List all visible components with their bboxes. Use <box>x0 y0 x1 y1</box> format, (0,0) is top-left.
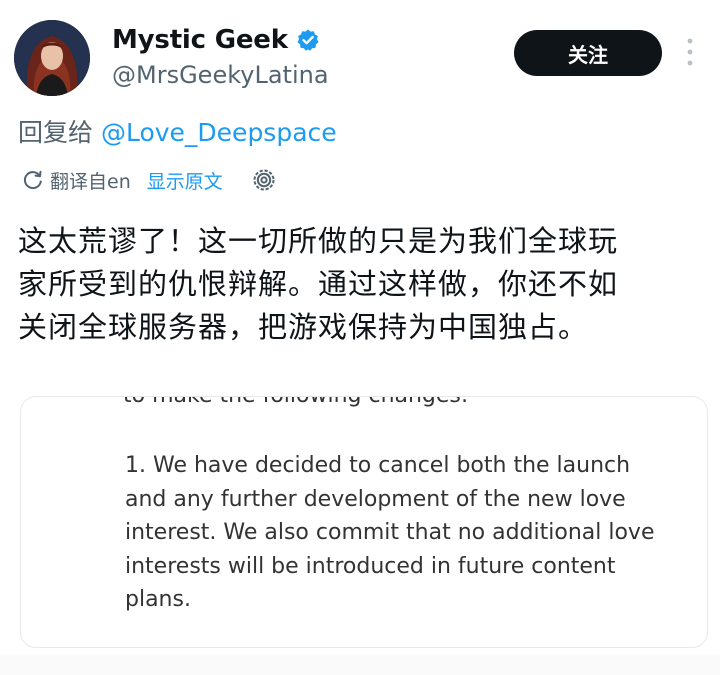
reply-prefix: 回复给 <box>18 118 94 147</box>
tweet-text: 这太荒谬了！这一切所做的只是为我们全球玩 家所受到的仇恨辩解。通过这样做，你还不… <box>18 220 708 349</box>
translation-bar: 翻译自en 显示原文 <box>22 164 277 196</box>
image-text-line: interests will be introduced in future c… <box>125 553 616 579</box>
attached-image[interactable]: to make the following changes: 1. We hav… <box>20 396 708 648</box>
author-name-row[interactable]: Mystic Geek <box>112 24 320 56</box>
follow-button[interactable]: 关注 <box>514 30 662 76</box>
image-text-line: interest. We also commit that no additio… <box>125 520 655 545</box>
reply-mention-link[interactable]: @Love_Deepspace <box>101 118 337 147</box>
image-cut-text: to make the following changes: <box>123 397 468 409</box>
avatar[interactable] <box>14 20 90 96</box>
show-original-link[interactable]: 显示原文 <box>147 167 223 194</box>
translate-icon <box>23 170 42 190</box>
image-text-line: plans. <box>125 587 191 612</box>
translated-from-label: 翻译自en <box>50 170 131 193</box>
bottom-edge <box>0 655 720 675</box>
more-vertical-icon[interactable] <box>682 34 698 70</box>
tweet-text-line: 这太荒谬了！这一切所做的只是为我们全球玩 <box>18 224 619 258</box>
verified-badge-icon <box>297 29 319 51</box>
image-statement-text: 1. We have decided to cancel both the la… <box>125 449 695 617</box>
reply-context: 回复给 @Love_Deepspace <box>18 116 337 150</box>
tweet-text-line: 家所受到的仇恨辩解。通过这样做，你还不如 <box>18 267 619 301</box>
display-name[interactable]: Mystic Geek <box>112 24 288 56</box>
image-text-line: and any further development of the new l… <box>125 486 626 512</box>
image-text-line: 1. We have decided to cancel both the la… <box>125 453 631 478</box>
tweet-text-line: 关闭全球服务器，把游戏保持为中国独占。 <box>18 310 589 344</box>
avatar-image <box>14 20 90 96</box>
author-handle[interactable]: @MrsGeekyLatina <box>112 60 329 90</box>
gear-icon[interactable] <box>251 167 277 193</box>
